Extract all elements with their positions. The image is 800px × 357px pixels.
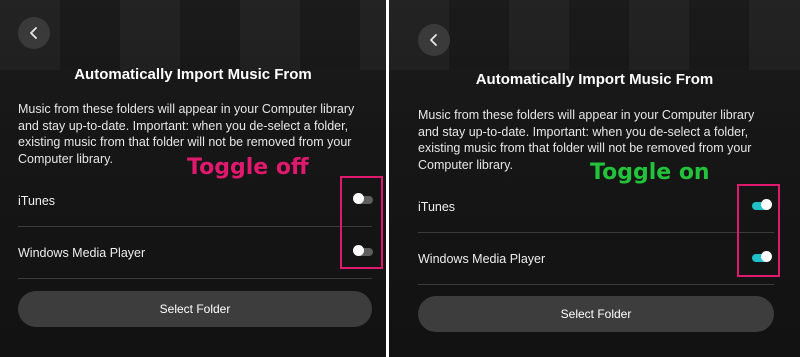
chevron-left-icon [430, 34, 437, 46]
list-item-windows-media-player: Windows Media Player [418, 234, 774, 285]
list-item-itunes: iTunes [418, 182, 774, 233]
list-item-itunes: iTunes [18, 176, 372, 227]
select-folder-button[interactable]: Select Folder [18, 291, 372, 327]
left-panel: Automatically Import Music From Music fr… [0, 0, 386, 357]
row-label: Windows Media Player [418, 252, 546, 266]
back-button[interactable] [18, 17, 50, 49]
page-title: Automatically Import Music From [475, 71, 714, 88]
row-label: iTunes [18, 194, 56, 208]
row-label: Windows Media Player [18, 246, 146, 260]
annotation-highlight-box [340, 176, 383, 269]
right-panel: Automatically Import Music From Music fr… [389, 0, 800, 357]
row-label: iTunes [418, 200, 456, 214]
back-button[interactable] [418, 24, 450, 56]
chevron-left-icon [30, 27, 37, 39]
select-folder-button[interactable]: Select Folder [418, 296, 774, 332]
list-item-windows-media-player: Windows Media Player [18, 228, 372, 279]
annotation-highlight-box [737, 184, 780, 277]
annotation-label: Toggle on [590, 160, 710, 185]
annotation-label: Toggle off [187, 155, 309, 180]
page-title: Automatically Import Music From [74, 66, 312, 83]
